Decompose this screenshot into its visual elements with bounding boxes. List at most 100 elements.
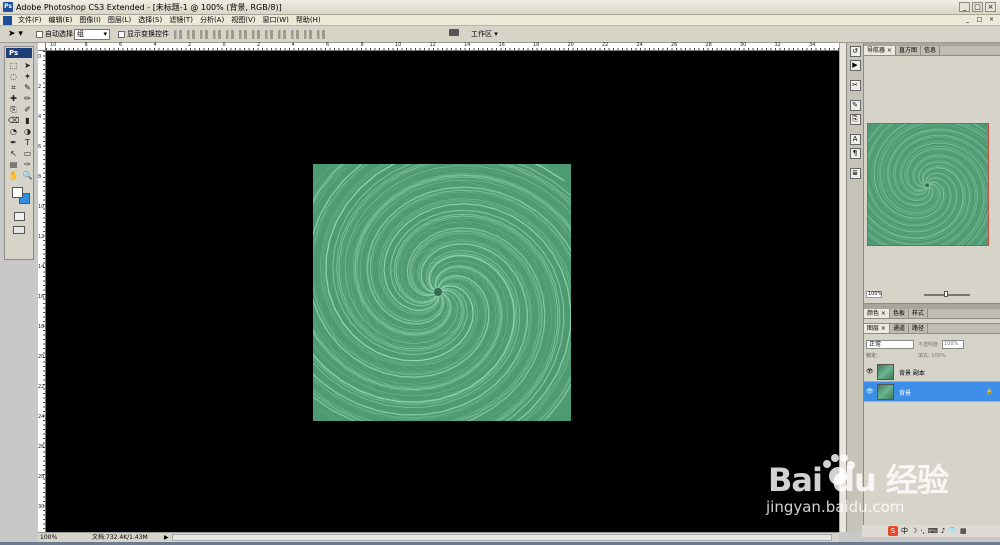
shape-tool-icon[interactable]: ▭ <box>22 149 33 158</box>
horizontal-ruler[interactable]: 10 8 6 4 2 0 2 4 6 8 10 12 14 16 18 20 22 24 26 28 30 32 34 <box>46 43 839 51</box>
align-hcenter-icon[interactable] <box>226 30 234 39</box>
vertical-ruler[interactable]: 0 2 4 6 8 10 12 14 16 18 20 22 24 26 28 30 <box>38 51 46 532</box>
menu-edit[interactable]: 编辑(E) <box>49 15 73 26</box>
blur-tool-icon[interactable]: ◔ <box>8 127 19 136</box>
opacity-field[interactable]: 100% <box>942 340 964 349</box>
navigator-zoom-knob[interactable] <box>944 291 948 297</box>
foreground-color-swatch[interactable] <box>12 187 23 198</box>
notes-tool-icon[interactable]: ▤ <box>8 160 19 169</box>
magic-wand-tool-icon[interactable]: ✦ <box>22 72 33 81</box>
menu-help[interactable]: 帮助(H) <box>296 15 321 26</box>
menu-analysis[interactable]: 分析(A) <box>200 15 224 26</box>
sogou-icon[interactable]: S <box>888 526 898 536</box>
align-vcenter-icon[interactable] <box>187 30 195 39</box>
document-icon[interactable] <box>3 16 12 25</box>
history-brush-tool-icon[interactable]: ✐ <box>22 105 33 114</box>
tab-histogram[interactable]: 直方图 <box>896 46 921 55</box>
marquee-tool-icon[interactable]: ⬚ <box>8 61 19 70</box>
auto-select-dropdown[interactable]: 组 <box>74 29 110 40</box>
zoom-tool-icon[interactable]: 🔍 <box>22 171 33 180</box>
navigator-thumbnail[interactable] <box>867 123 989 246</box>
paragraph-icon[interactable]: ¶ <box>849 148 861 159</box>
auto-select-checkbox[interactable] <box>36 30 43 38</box>
tool-presets-icon[interactable] <box>449 29 459 40</box>
menu-select[interactable]: 选择(S) <box>138 15 162 26</box>
ime-chinese-icon[interactable]: 中 <box>901 526 908 536</box>
tab-layers[interactable]: 图层 × <box>864 324 890 333</box>
workspace-button[interactable]: 工作区 ▾ <box>471 29 498 40</box>
tab-swatches[interactable]: 色板 <box>890 309 909 318</box>
menu-view[interactable]: 视图(V) <box>231 15 255 26</box>
clone-source-icon[interactable]: ⎘ <box>849 114 861 125</box>
slice-tool-icon[interactable]: ✎ <box>22 83 33 92</box>
lasso-tool-icon[interactable]: ◌ <box>8 72 19 81</box>
align-bottom-icon[interactable] <box>200 30 208 39</box>
menu-layer[interactable]: 图层(L) <box>108 15 131 26</box>
status-menu-arrow[interactable]: ▶ <box>164 533 169 542</box>
minimize-button[interactable]: _ <box>959 2 970 12</box>
history-icon[interactable]: ↺ <box>849 46 861 57</box>
layer-row-background-copy[interactable]: 👁 背景 副本 <box>864 362 1000 382</box>
navigator-zoom-field[interactable]: 100% <box>866 291 882 298</box>
crop-tool-icon[interactable]: ⌗ <box>8 83 19 92</box>
tab-channels[interactable]: 通道 <box>890 324 909 333</box>
distribute-left-icon[interactable] <box>291 30 299 39</box>
canvas-area[interactable] <box>46 51 839 532</box>
eye-icon[interactable]: 👁 <box>866 368 874 375</box>
grid-icon[interactable]: ▦ <box>960 527 967 535</box>
doc-close-button[interactable]: × <box>987 16 996 24</box>
eraser-tool-icon[interactable]: ⌫ <box>8 116 19 125</box>
skin-icon[interactable]: 👕 <box>948 527 957 535</box>
layer-comps-icon[interactable]: ≣ <box>849 168 861 179</box>
gradient-tool-icon[interactable]: ▮ <box>22 116 33 125</box>
menu-file[interactable]: 文件(F) <box>18 15 42 26</box>
menu-window[interactable]: 窗口(W) <box>262 15 288 26</box>
distribute-vcenter-icon[interactable] <box>265 30 273 39</box>
moon-icon[interactable]: ☽ <box>911 527 917 535</box>
tab-paths[interactable]: 路径 <box>909 324 928 333</box>
clone-stamp-tool-icon[interactable]: ⎘ <box>8 105 19 114</box>
document-image[interactable] <box>313 164 571 421</box>
distribute-top-icon[interactable] <box>252 30 260 39</box>
tab-navigator[interactable]: 导航器 × <box>864 46 896 55</box>
tab-styles[interactable]: 样式 <box>909 309 928 318</box>
fill-field[interactable]: 100% <box>931 353 945 359</box>
show-transform-checkbox[interactable] <box>118 30 125 38</box>
brushes-icon[interactable]: ✎ <box>849 100 861 111</box>
ruler-corner[interactable] <box>38 43 46 51</box>
maximize-button[interactable]: □ <box>972 2 983 12</box>
close-button[interactable]: × <box>985 2 996 12</box>
layer-row-background[interactable]: 👁 背景 🔒 <box>864 382 1000 402</box>
align-left-icon[interactable] <box>213 30 221 39</box>
vertical-scrollbar[interactable] <box>839 43 846 532</box>
distribute-bottom-icon[interactable] <box>278 30 286 39</box>
tab-color[interactable]: 颜色 × <box>864 309 890 318</box>
keyboard-icon[interactable]: ⌨ <box>928 527 938 535</box>
punct-icon[interactable]: ·, <box>920 527 924 535</box>
blend-mode-dropdown[interactable]: 正常 <box>866 340 914 349</box>
character-icon[interactable]: A <box>849 134 861 145</box>
path-select-tool-icon[interactable]: ↖ <box>8 149 19 158</box>
move-tool-preset[interactable]: ➤ ▾ <box>8 29 23 40</box>
pen-tool-icon[interactable]: ✒ <box>8 138 19 147</box>
menu-image[interactable]: 图像(I) <box>79 15 101 26</box>
distribute-hcenter-icon[interactable] <box>304 30 312 39</box>
volume-icon[interactable]: ♪ <box>941 527 945 535</box>
actions-icon[interactable]: ▶ <box>849 60 861 71</box>
doc-restore-button[interactable]: □ <box>975 16 984 24</box>
type-tool-icon[interactable]: T <box>22 138 33 147</box>
distribute-right-icon[interactable] <box>317 30 325 39</box>
dodge-tool-icon[interactable]: ◑ <box>22 127 33 136</box>
menu-filter[interactable]: 滤镜(T) <box>169 15 193 26</box>
eyedropper-tool-icon[interactable]: ✑ <box>22 160 33 169</box>
zoom-level[interactable]: 100% <box>40 533 57 542</box>
horizontal-scrollbar[interactable] <box>172 534 832 541</box>
tool-presets-icon[interactable]: ✂ <box>849 80 861 91</box>
align-top-icon[interactable] <box>174 30 182 39</box>
hand-tool-icon[interactable]: ✋ <box>8 171 19 180</box>
brush-tool-icon[interactable]: ✏ <box>22 94 33 103</box>
doc-minimize-button[interactable]: _ <box>963 16 972 24</box>
quick-mask-button[interactable] <box>13 212 25 221</box>
healing-brush-tool-icon[interactable]: ✚ <box>8 94 19 103</box>
screen-mode-button[interactable] <box>13 226 25 234</box>
